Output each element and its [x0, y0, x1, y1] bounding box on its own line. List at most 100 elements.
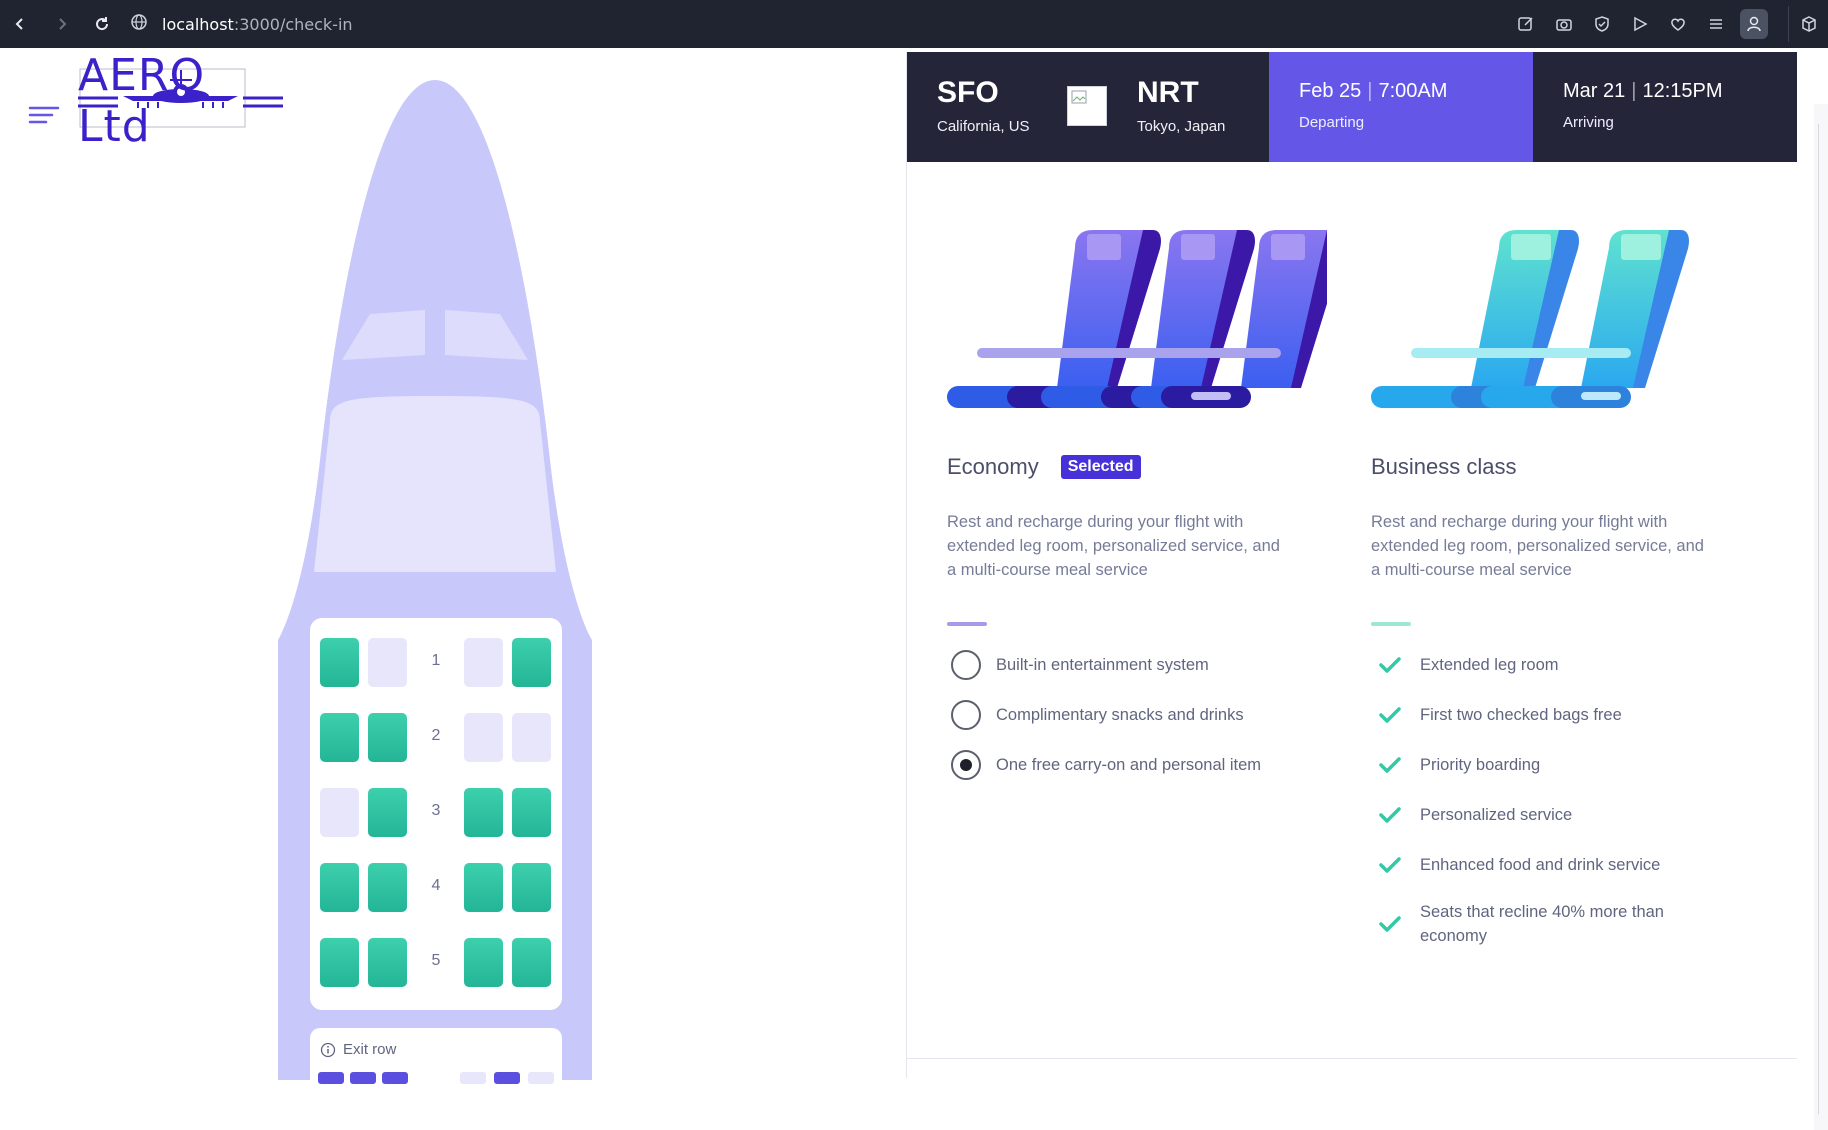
economy-title: Economy — [947, 454, 1039, 479]
seat[interactable] — [382, 1072, 408, 1084]
url-host: localhost — [162, 14, 234, 34]
row-number: 1 — [431, 652, 441, 669]
business-feature-item: Personalized service — [1375, 800, 1715, 830]
route-block: SFO California, US NRT Tokyo, Japan — [907, 52, 1269, 162]
play-icon[interactable] — [1626, 9, 1654, 39]
row-number: 3 — [431, 802, 441, 819]
arrival-status: Arriving — [1563, 114, 1614, 131]
business-divider — [1371, 622, 1411, 626]
economy-feature-option[interactable]: Complimentary snacks and drinks — [951, 700, 1244, 730]
departure-date: Feb 25 — [1299, 80, 1362, 102]
seat[interactable] — [350, 1072, 376, 1084]
seat[interactable] — [464, 638, 503, 687]
destination-code: NRT — [1137, 76, 1199, 109]
reload-icon[interactable] — [88, 10, 116, 38]
seat[interactable] — [368, 713, 407, 762]
seat[interactable] — [320, 938, 359, 987]
seat[interactable] — [528, 1072, 554, 1084]
feature-label: Seats that recline 40% more than economy — [1420, 903, 1664, 945]
departure-status: Departing — [1299, 114, 1365, 131]
seat[interactable] — [512, 713, 551, 762]
seat[interactable] — [320, 713, 359, 762]
business-feature-item: Seats that recline 40% more than economy — [1375, 900, 1715, 948]
seat[interactable] — [512, 938, 551, 987]
check-icon — [1375, 800, 1405, 830]
seat[interactable] — [368, 788, 407, 837]
economy-seats-illustration — [947, 230, 1327, 408]
radio-button-icon[interactable] — [951, 650, 981, 680]
check-icon — [1375, 650, 1405, 680]
row-number: 4 — [431, 877, 441, 894]
origin-city: California, US — [937, 118, 1030, 135]
check-icon — [1375, 750, 1405, 780]
arrival-block: Mar 21 | 12:15PM Arriving — [1533, 52, 1797, 162]
seat[interactable] — [512, 863, 551, 912]
seat[interactable] — [512, 638, 551, 687]
business-title: Business class — [1371, 454, 1517, 479]
forward-icon[interactable] — [48, 10, 76, 38]
business-feature-item: Extended leg room — [1375, 650, 1715, 680]
business-seats-illustration — [1371, 230, 1689, 408]
seat[interactable] — [464, 713, 503, 762]
site-info-icon[interactable] — [130, 13, 148, 35]
seat[interactable] — [368, 863, 407, 912]
feature-label: Priority boarding — [1420, 756, 1541, 774]
feature-label: Extended leg room — [1420, 656, 1559, 674]
economy-feature-option[interactable]: Built-in entertainment system — [951, 650, 1209, 680]
seat[interactable] — [512, 788, 551, 837]
arrival-time: 12:15PM — [1642, 80, 1723, 102]
info-icon — [320, 1042, 336, 1057]
seat[interactable] — [320, 638, 359, 687]
seat[interactable] — [368, 938, 407, 987]
seat[interactable] — [464, 938, 503, 987]
browser-toolbar: localhost:3000/check-in — [0, 0, 1828, 48]
exit-row-label: Exit row — [343, 1041, 397, 1058]
seat[interactable] — [464, 788, 503, 837]
exit-row-section: Exit row — [310, 1028, 562, 1098]
seat[interactable] — [320, 788, 359, 837]
profile-icon[interactable] — [1740, 9, 1768, 39]
business-feature-item: First two checked bags free — [1375, 700, 1715, 730]
feature-label: One free carry-on and personal item — [996, 755, 1262, 774]
economy-description: Rest and recharge during your flight wit… — [947, 513, 1280, 579]
seat[interactable] — [460, 1072, 486, 1084]
feature-label: Enhanced food and drink service — [1420, 856, 1661, 874]
feature-label: First two checked bags free — [1420, 706, 1622, 724]
hamburger-menu-icon[interactable] — [28, 102, 60, 128]
seat[interactable] — [464, 863, 503, 912]
business-feature-item: Priority boarding — [1375, 750, 1715, 780]
feature-label: Built-in entertainment system — [996, 655, 1209, 674]
extensions-icon[interactable] — [1788, 6, 1828, 42]
feature-label: Complimentary snacks and drinks — [996, 705, 1244, 724]
broken-image-icon — [1067, 86, 1107, 126]
check-icon — [1375, 700, 1405, 730]
row-number: 2 — [431, 727, 441, 744]
camera-icon[interactable] — [1550, 9, 1578, 39]
edit-icon[interactable] — [1512, 9, 1540, 39]
menu-list-icon[interactable] — [1702, 9, 1730, 39]
radio-button-icon[interactable] — [951, 700, 981, 730]
check-icon — [1375, 850, 1405, 880]
back-icon[interactable] — [6, 10, 34, 38]
row-number: 5 — [431, 952, 441, 969]
seat[interactable] — [494, 1072, 520, 1084]
seat[interactable] — [318, 1072, 344, 1084]
arrival-date: Mar 21 — [1563, 80, 1626, 102]
check-in-page: AERO Ltd 1 2 3 4 5 Exit row SFO California, … — [0, 50, 1828, 1130]
seat[interactable] — [320, 863, 359, 912]
flight-summary: SFO California, US NRT Tokyo, Japan Feb … — [907, 52, 1797, 162]
business-feature-item: Enhanced food and drink service — [1375, 850, 1715, 880]
economy-feature-option[interactable]: One free carry-on and personal item — [951, 750, 1261, 780]
brand-logo[interactable]: AERO Ltd — [78, 50, 288, 152]
check-icon — [1375, 909, 1405, 939]
page-scrollbar[interactable] — [1814, 104, 1828, 1130]
economy-divider — [947, 622, 987, 626]
seat[interactable] — [368, 638, 407, 687]
brand-name: AERO Ltd — [78, 50, 206, 152]
radio-button-icon[interactable] — [951, 750, 981, 780]
shield-icon[interactable] — [1588, 9, 1616, 39]
heart-icon[interactable] — [1664, 9, 1692, 39]
address-bar[interactable]: localhost:3000/check-in — [130, 9, 353, 39]
destination-city: Tokyo, Japan — [1137, 118, 1226, 135]
origin-code: SFO — [937, 76, 999, 109]
